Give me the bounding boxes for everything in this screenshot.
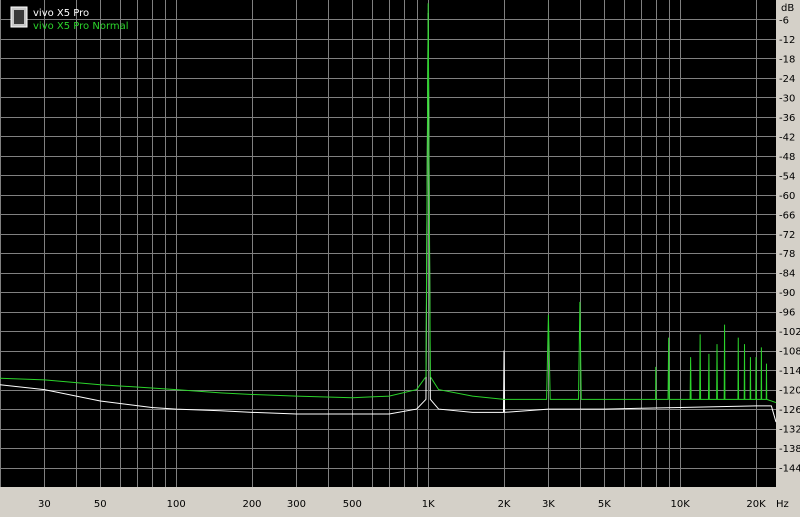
chart-svg: -6 -12 -18 -24 -30 -36 -42 -48 -54 -60 -66 -72 -78 -8… <box>0 0 800 510</box>
x-tick-label: 500 <box>343 499 362 510</box>
y-tick-label: -60 <box>779 191 795 202</box>
x-tick-label: 1K <box>422 499 435 510</box>
y-axis-label: dB <box>781 3 794 14</box>
y-tick-label: -90 <box>779 288 795 299</box>
x-tick-label: 3K <box>542 499 555 510</box>
y-tick-label: -96 <box>779 308 795 319</box>
y-tick-label: -12 <box>779 35 795 46</box>
y-tick-label: -132 <box>779 425 800 436</box>
y-tick-label: -36 <box>779 113 795 124</box>
y-tick-label: -54 <box>779 171 795 182</box>
y-tick-label: -102 <box>779 327 800 338</box>
legend-entry-series-0: vivo X5 Pro <box>33 8 89 19</box>
y-tick-label: -114 <box>779 366 800 377</box>
y-tick-label: -120 <box>779 386 800 397</box>
x-tick-label: 300 <box>287 499 306 510</box>
y-tick-label: -138 <box>779 444 800 455</box>
x-tick-label: 100 <box>167 499 186 510</box>
y-tick-label: -24 <box>779 74 795 85</box>
x-axis-label: Hz <box>776 499 789 510</box>
x-tick-label: 50 <box>94 499 107 510</box>
y-tick-label: -84 <box>779 269 795 280</box>
x-tick-label: 30 <box>38 499 51 510</box>
y-tick-label: -30 <box>779 93 795 104</box>
legend-entry-series-1: vivo X5 Pro Normal <box>33 21 129 32</box>
y-tick-labels: -6 -12 -18 -24 -30 -36 -42 -48 -54 -60 -66 -72 -78 -8… <box>779 15 800 474</box>
y-tick-label: -144 <box>779 464 800 475</box>
y-tick-label: -72 <box>779 230 795 241</box>
y-tick-label: -126 <box>779 405 800 416</box>
x-tick-label: 5K <box>598 499 611 510</box>
x-tick-label: 200 <box>242 499 261 510</box>
y-tick-label: -66 <box>779 210 795 221</box>
y-tick-label: -42 <box>779 132 795 143</box>
y-tick-label: -78 <box>779 249 795 260</box>
y-tick-label: -18 <box>779 54 795 65</box>
x-tick-label: 20K <box>746 499 766 510</box>
y-tick-label: -108 <box>779 347 800 358</box>
x-tick-label: 2K <box>498 499 511 510</box>
x-tick-label: 10K <box>671 499 691 510</box>
x-tick-labels: 30 50 100 200 300 500 1K 2K 3K 5K 10K 20K <box>38 499 766 510</box>
fft-spectrum-chart: -6 -12 -18 -24 -30 -36 -42 -48 -54 -60 -66 -72 -78 -8… <box>0 0 800 513</box>
y-tick-label: -48 <box>779 152 795 163</box>
legend-icon-inner <box>14 10 24 24</box>
y-tick-label: -6 <box>779 15 789 26</box>
